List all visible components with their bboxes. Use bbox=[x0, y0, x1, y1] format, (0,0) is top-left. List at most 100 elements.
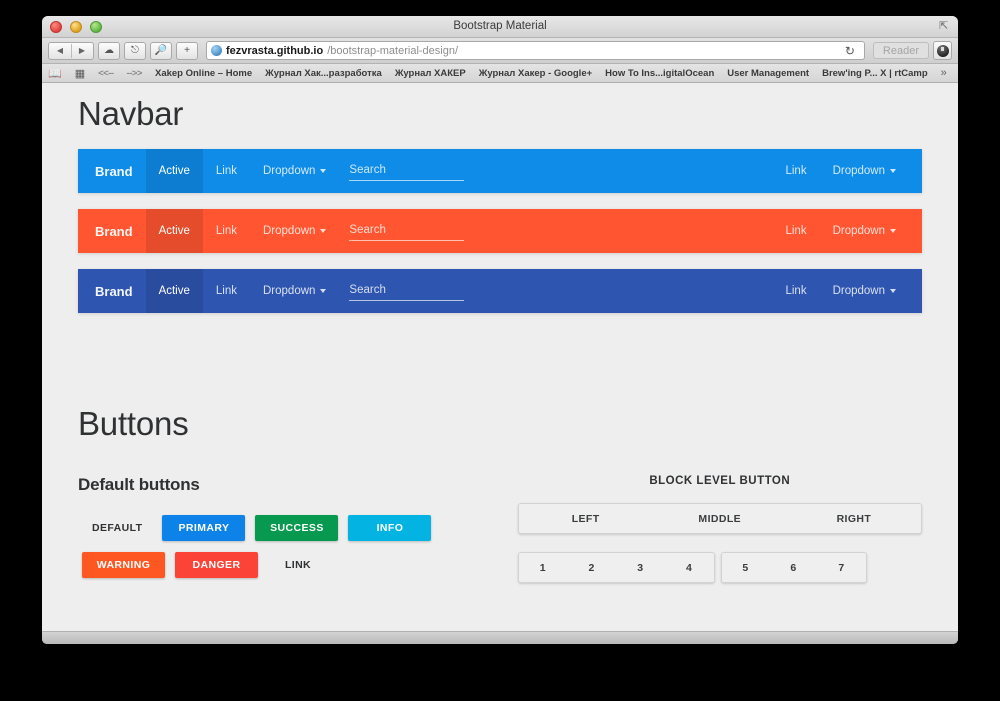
block-button-right[interactable]: RIGHT bbox=[786, 504, 921, 533]
navbar-link-active[interactable]: Active bbox=[145, 269, 203, 313]
bookmark-item-6[interactable]: How To Ins...igitalOcean bbox=[605, 68, 714, 79]
chevron-down-icon bbox=[320, 229, 327, 233]
window-title: Bootstrap Material bbox=[453, 20, 547, 32]
navbar-dropdown-label: Dropdown bbox=[263, 165, 316, 177]
navbar-right-group: Link Dropdown bbox=[772, 209, 909, 253]
navbar-indigo: Brand Active Link Dropdown Link Dropdown bbox=[78, 269, 922, 313]
site-favicon-icon bbox=[211, 45, 222, 56]
share-icon[interactable]: ⎋ bbox=[124, 41, 146, 60]
buttons-section-heading: Buttons bbox=[78, 405, 189, 442]
fullscreen-icon[interactable]: ⇱ bbox=[939, 21, 950, 32]
navbar-link[interactable]: Link bbox=[203, 149, 250, 193]
bookmark-item-3[interactable]: Журнал Хак...разработка bbox=[265, 68, 382, 79]
numbered-button-groups: 1 2 3 4 5 6 7 bbox=[517, 552, 922, 583]
navbar-link-active[interactable]: Active bbox=[145, 209, 203, 253]
button-danger[interactable]: DANGER bbox=[175, 552, 258, 578]
navbar-brand[interactable]: Brand bbox=[91, 224, 146, 239]
numbered-button-5[interactable]: 5 bbox=[721, 553, 770, 582]
navbar-right-group: Link Dropdown bbox=[772, 269, 909, 313]
navbar-dropdown-label: Dropdown bbox=[263, 225, 316, 237]
browser-window: Bootstrap Material ⇱ ◀ ▶ ☁ ⎋ 🔎 + fezvras… bbox=[42, 16, 958, 644]
url-host: fezvrasta.github.io bbox=[226, 44, 324, 57]
numbered-button-7[interactable]: 7 bbox=[817, 553, 866, 582]
navbar-right-dropdown[interactable]: Dropdown bbox=[820, 209, 909, 253]
navbar-right-link[interactable]: Link bbox=[772, 269, 819, 313]
button-warning[interactable]: WARNING bbox=[82, 552, 165, 578]
button-success[interactable]: SUCCESS bbox=[255, 515, 339, 541]
block-button-middle[interactable]: MIDDLE bbox=[652, 504, 787, 533]
chevron-down-icon bbox=[890, 229, 896, 233]
numbered-button-2[interactable]: 2 bbox=[567, 553, 617, 582]
new-tab-icon[interactable]: + bbox=[176, 41, 198, 60]
default-buttons-row-2: WARNING DANGER LINK bbox=[78, 552, 492, 578]
navbar-right-link[interactable]: Link bbox=[772, 209, 819, 253]
bookmark-item-7[interactable]: User Management bbox=[727, 68, 809, 79]
downloads-glyph bbox=[936, 44, 949, 57]
numbered-group-a: 1 2 3 4 bbox=[517, 552, 715, 583]
numbered-button-3[interactable]: 3 bbox=[616, 553, 665, 582]
navbar-search-input[interactable] bbox=[349, 281, 465, 301]
default-buttons-column: Default buttons DEFAULT PRIMARY SUCCESS … bbox=[78, 475, 492, 589]
icloud-tabs-icon[interactable]: ☁ bbox=[98, 41, 120, 60]
button-link[interactable]: LINK bbox=[268, 552, 328, 578]
bookmark-item-2[interactable]: Xakep Online – Home bbox=[155, 68, 252, 79]
button-info[interactable]: INFO bbox=[348, 515, 432, 541]
page-content: Navbar Brand Active Link Dropdown Link D… bbox=[42, 95, 958, 589]
navbar-link[interactable]: Link bbox=[203, 209, 250, 253]
url-path: /bootstrap-material-design/ bbox=[327, 44, 459, 57]
forward-icon[interactable]: ▶ bbox=[71, 46, 93, 55]
navbar-right-dropdown-label: Dropdown bbox=[832, 225, 885, 237]
navbar-dropdown[interactable]: Dropdown bbox=[250, 149, 339, 193]
window-title-bar: Bootstrap Material ⇱ bbox=[42, 16, 958, 38]
reader-button[interactable]: Reader bbox=[872, 42, 929, 59]
navigation-buttons[interactable]: ◀ ▶ bbox=[48, 41, 94, 60]
chevron-down-icon bbox=[320, 289, 327, 293]
navbar-brand[interactable]: Brand bbox=[91, 164, 146, 179]
numbered-button-6[interactable]: 6 bbox=[769, 553, 818, 582]
navbar-right-link[interactable]: Link bbox=[772, 149, 819, 193]
button-default[interactable]: DEFAULT bbox=[82, 515, 152, 541]
default-buttons-row-1: DEFAULT PRIMARY SUCCESS INFO bbox=[78, 515, 492, 541]
navbar-dropdown-label: Dropdown bbox=[263, 285, 316, 297]
chevron-down-icon bbox=[890, 169, 896, 173]
chevron-down-icon bbox=[890, 289, 896, 293]
top-sites-grid-icon[interactable]: ▦ bbox=[75, 67, 85, 80]
block-button-left[interactable]: LEFT bbox=[518, 504, 653, 533]
buttons-section: Default buttons DEFAULT PRIMARY SUCCESS … bbox=[78, 475, 922, 589]
navbar-search-input[interactable] bbox=[349, 221, 465, 241]
navbar-section-heading: Navbar bbox=[78, 95, 184, 132]
navbar-primary: Brand Active Link Dropdown Link Dropdown bbox=[78, 149, 922, 193]
reload-icon[interactable]: ↻ bbox=[840, 44, 860, 58]
block-button-group: LEFT MIDDLE RIGHT bbox=[517, 503, 922, 534]
navbar-right-dropdown-label: Dropdown bbox=[832, 165, 885, 177]
bookmarks-overflow-icon[interactable]: » bbox=[941, 67, 949, 79]
block-level-heading: BLOCK LEVEL BUTTON bbox=[649, 475, 791, 487]
window-bottom-bar bbox=[42, 631, 958, 644]
sidebar-book-icon[interactable]: 📖 bbox=[48, 67, 62, 80]
navbar-link-active[interactable]: Active bbox=[145, 149, 203, 193]
navbar-search-input[interactable] bbox=[349, 161, 465, 181]
numbered-button-1[interactable]: 1 bbox=[518, 553, 568, 582]
navbar-brand[interactable]: Brand bbox=[91, 284, 146, 299]
navbar-right-dropdown[interactable]: Dropdown bbox=[820, 269, 909, 313]
button-primary[interactable]: PRIMARY bbox=[162, 515, 246, 541]
bookmark-item-8[interactable]: Brew'ing P... X | rtCamp bbox=[822, 68, 928, 79]
numbered-button-4[interactable]: 4 bbox=[664, 553, 714, 582]
navbar-right-group: Link Dropdown bbox=[772, 149, 909, 193]
back-icon[interactable]: ◀ bbox=[49, 46, 71, 55]
bookmarks-bar: 📖 ▦ <<-- -->> Xakep Online – Home Журнал… bbox=[42, 64, 958, 83]
bookmark-item-4[interactable]: Журнал ХАКЕР bbox=[395, 68, 466, 79]
navbar-right-dropdown[interactable]: Dropdown bbox=[820, 149, 909, 193]
navbar-dropdown[interactable]: Dropdown bbox=[250, 209, 339, 253]
bookmark-item-1[interactable]: -->> bbox=[127, 68, 143, 79]
block-level-column: BLOCK LEVEL BUTTON LEFT MIDDLE RIGHT 1 2… bbox=[492, 475, 922, 589]
bookmark-item-5[interactable]: Журнал Хакер - Google+ bbox=[479, 68, 592, 79]
page-viewport: Navbar Brand Active Link Dropdown Link D… bbox=[42, 83, 958, 631]
navbar-dropdown[interactable]: Dropdown bbox=[250, 269, 339, 313]
button-divider bbox=[71, 43, 72, 58]
reader-key-icon[interactable]: 🔎 bbox=[150, 41, 172, 60]
downloads-icon[interactable] bbox=[933, 41, 952, 60]
address-bar[interactable]: fezvrasta.github.io /bootstrap-material-… bbox=[206, 41, 865, 60]
navbar-link[interactable]: Link bbox=[203, 269, 250, 313]
bookmark-item-0[interactable]: <<-- bbox=[98, 68, 114, 79]
